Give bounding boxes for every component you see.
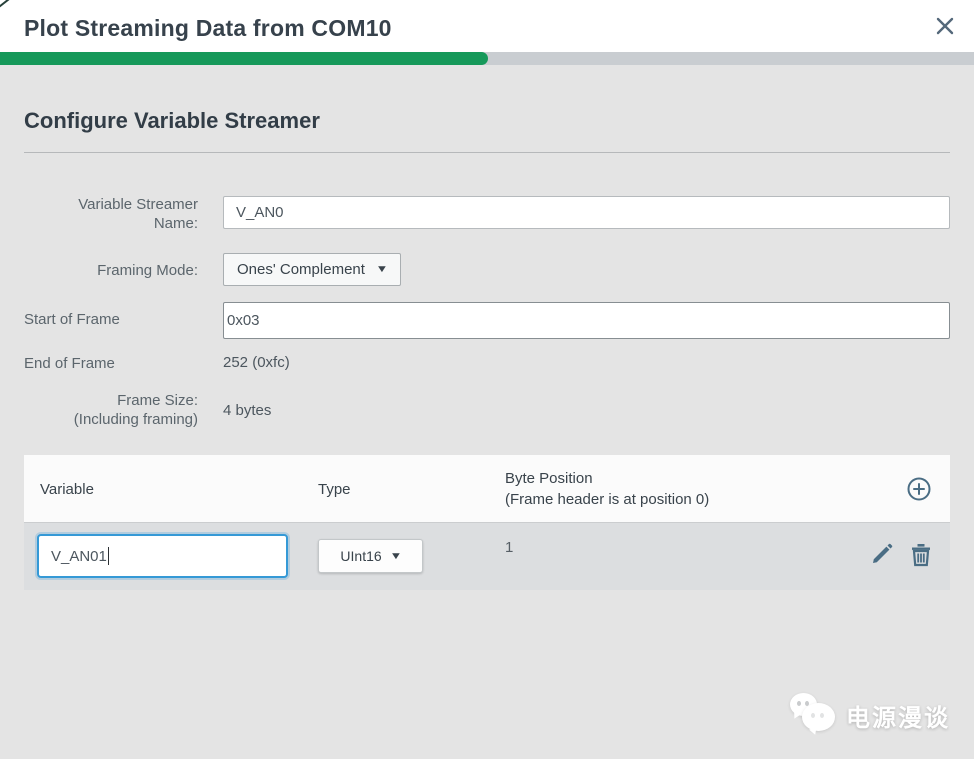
close-icon xyxy=(935,16,955,41)
dialog-titlebar: Plot Streaming Data from COM10 xyxy=(0,0,974,52)
progress-bar xyxy=(0,52,974,65)
plus-circle-icon xyxy=(906,489,932,506)
start-of-frame-input[interactable] xyxy=(223,302,950,339)
delete-variable-button[interactable] xyxy=(908,543,934,569)
watermark: 电源漫谈 xyxy=(788,690,950,740)
name-field-label: Variable Streamer Name: xyxy=(24,195,198,233)
type-dropdown[interactable]: UInt16 ▼ xyxy=(318,539,423,573)
column-header-type: Type xyxy=(318,479,351,500)
add-variable-button[interactable] xyxy=(906,476,932,502)
page-title: Configure Variable Streamer xyxy=(24,108,320,134)
framing-mode-dropdown[interactable]: Ones' Complement ▼ xyxy=(223,253,401,286)
column-header-variable: Variable xyxy=(40,479,94,500)
progress-fill xyxy=(0,52,488,65)
end-of-frame-value: 252 (0xfc) xyxy=(223,354,290,371)
type-value: UInt16 xyxy=(340,548,381,564)
trash-icon xyxy=(909,541,933,572)
end-of-frame-label: End of Frame xyxy=(24,354,198,373)
start-of-frame-label: Start of Frame xyxy=(24,310,198,329)
framing-mode-value: Ones' Complement xyxy=(237,261,365,278)
heading-divider xyxy=(24,152,950,153)
chevron-down-icon: ▼ xyxy=(375,264,388,275)
text-cursor xyxy=(108,547,109,565)
chevron-down-icon: ▼ xyxy=(389,551,402,562)
variable-name-input[interactable]: V_AN01 xyxy=(37,534,288,578)
framing-mode-label: Framing Mode: xyxy=(24,261,198,280)
wechat-logo-icon xyxy=(788,690,838,740)
close-button[interactable] xyxy=(930,13,960,43)
plot-streaming-dialog: Plot Streaming Data from COM10 Configure… xyxy=(0,0,974,759)
column-header-byte-position: Byte Position (Frame header is at positi… xyxy=(505,468,709,510)
table-row: V_AN01 UInt16 ▼ 1 xyxy=(24,523,950,590)
pencil-icon xyxy=(870,542,894,571)
frame-size-label: Frame Size: (Including framing) xyxy=(24,391,198,429)
dialog-title: Plot Streaming Data from COM10 xyxy=(24,0,392,52)
frame-size-value: 4 bytes xyxy=(223,402,271,419)
row-actions xyxy=(869,543,934,569)
variables-table-header: Variable Type Byte Position (Frame heade… xyxy=(24,455,950,523)
watermark-text: 电源漫谈 xyxy=(846,698,950,733)
byte-position-value: 1 xyxy=(505,539,513,556)
variable-streamer-name-input[interactable] xyxy=(223,196,950,229)
edit-variable-button[interactable] xyxy=(869,543,895,569)
variables-table: Variable Type Byte Position (Frame heade… xyxy=(24,455,950,590)
corner-mark xyxy=(0,0,10,8)
variable-name-value: V_AN01 xyxy=(51,548,107,565)
